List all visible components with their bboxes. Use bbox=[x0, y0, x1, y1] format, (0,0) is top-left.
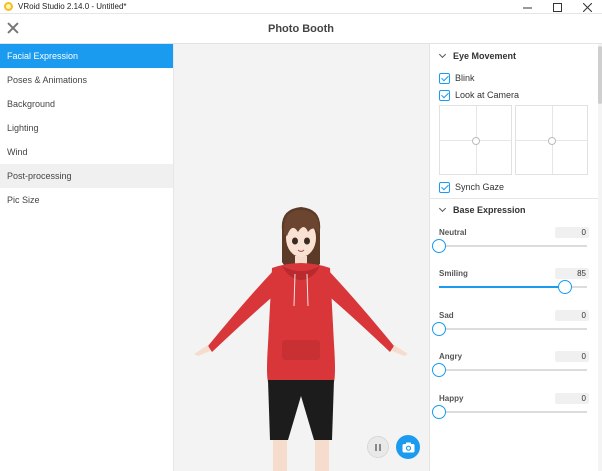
menu-item-label: Background bbox=[7, 99, 56, 109]
gaze-handle[interactable] bbox=[472, 137, 480, 145]
slider-track[interactable] bbox=[432, 322, 587, 336]
window-title-bar: VRoid Studio 2.14.0 - Untitled* bbox=[0, 0, 602, 14]
slider-thumb[interactable] bbox=[557, 280, 572, 294]
slider-label: Sad bbox=[439, 311, 454, 320]
close-window-icon bbox=[582, 2, 592, 12]
menu-item-wind[interactable]: Wind bbox=[0, 140, 173, 164]
avatar-model bbox=[194, 207, 408, 471]
menu-item-label: Facial Expression bbox=[7, 51, 79, 61]
slider-label: Happy bbox=[439, 394, 464, 403]
slider-thumb[interactable] bbox=[432, 322, 446, 336]
menu-item-background[interactable]: Background bbox=[0, 92, 173, 116]
menu-item-lighting[interactable]: Lighting bbox=[0, 116, 173, 140]
slider-track[interactable] bbox=[432, 363, 587, 377]
pause-icon bbox=[375, 443, 377, 451]
close-window-button[interactable] bbox=[572, 0, 602, 14]
slider-thumb[interactable] bbox=[432, 239, 446, 253]
slider-label: Angry bbox=[439, 352, 463, 361]
slider-thumb[interactable] bbox=[432, 405, 446, 419]
page-title: Photo Booth bbox=[268, 22, 334, 35]
section-title: Eye Movement bbox=[453, 51, 517, 61]
left-eye-gaze-pad[interactable] bbox=[439, 105, 512, 175]
sad-slider: Sad 0 bbox=[432, 310, 589, 351]
blink-checkbox-row[interactable]: Blink bbox=[439, 71, 475, 85]
menu-item-label: Post-processing bbox=[7, 171, 72, 181]
menu-item-label: Poses & Animations bbox=[7, 75, 88, 85]
slider-value-field[interactable]: 0 bbox=[555, 351, 589, 362]
menu-item-label: Wind bbox=[7, 147, 28, 157]
section-title: Base Expression bbox=[453, 205, 526, 215]
base-expression-header[interactable]: Base Expression bbox=[430, 199, 598, 221]
checkbox-label: Synch Gaze bbox=[455, 182, 505, 192]
slider-label: Smiling bbox=[439, 269, 468, 278]
happy-slider: Happy 0 bbox=[432, 393, 589, 434]
slider-value-field[interactable]: 85 bbox=[555, 268, 589, 279]
close-photo-booth-icon[interactable] bbox=[6, 21, 20, 35]
scrollbar-thumb[interactable] bbox=[598, 46, 602, 104]
chevron-down-icon bbox=[438, 50, 447, 59]
sidebar-menu: Facial Expression Poses & Animations Bac… bbox=[0, 44, 174, 471]
look-at-camera-checkbox[interactable] bbox=[439, 89, 450, 101]
panel-scrollbar[interactable] bbox=[598, 44, 602, 471]
checkbox-label: Blink bbox=[455, 73, 475, 83]
smiling-slider: Smiling 85 bbox=[439, 268, 589, 309]
gaze-handle[interactable] bbox=[548, 137, 556, 145]
slider-value-field[interactable]: 0 bbox=[555, 310, 589, 321]
window-title: VRoid Studio 2.14.0 - Untitled* bbox=[18, 2, 127, 11]
right-eye-gaze-pad[interactable] bbox=[515, 105, 588, 175]
slider-value-field[interactable]: 0 bbox=[555, 227, 589, 238]
settings-panel: Eye Movement Blink Look at Camera Synch … bbox=[429, 44, 602, 471]
menu-item-facial-expression[interactable]: Facial Expression bbox=[0, 44, 173, 68]
pause-icon bbox=[379, 443, 381, 451]
checkbox-label: Look at Camera bbox=[455, 90, 520, 100]
slider-thumb[interactable] bbox=[432, 363, 446, 377]
look-at-camera-checkbox-row[interactable]: Look at Camera bbox=[439, 88, 519, 102]
pause-button[interactable] bbox=[367, 436, 389, 458]
angry-slider: Angry 0 bbox=[432, 351, 589, 392]
slider-track[interactable] bbox=[432, 405, 587, 419]
capture-button[interactable] bbox=[396, 435, 420, 459]
chevron-down-icon bbox=[438, 204, 447, 213]
menu-item-poses-animations[interactable]: Poses & Animations bbox=[0, 68, 173, 92]
photo-booth-header: Photo Booth bbox=[0, 14, 602, 44]
eye-movement-header[interactable]: Eye Movement bbox=[430, 45, 598, 67]
blink-checkbox[interactable] bbox=[439, 72, 450, 84]
menu-item-pic-size[interactable]: Pic Size bbox=[0, 188, 173, 212]
menu-item-label: Pic Size bbox=[7, 195, 40, 205]
maximize-button[interactable] bbox=[542, 0, 572, 14]
slider-track[interactable] bbox=[432, 239, 587, 253]
menu-item-post-processing[interactable]: Post-processing bbox=[0, 164, 173, 188]
camera-icon bbox=[402, 442, 414, 452]
synch-gaze-checkbox[interactable] bbox=[439, 181, 450, 193]
synch-gaze-checkbox-row[interactable]: Synch Gaze bbox=[439, 180, 504, 194]
minimize-icon bbox=[522, 7, 532, 8]
slider-fill bbox=[439, 286, 565, 288]
menu-item-label: Lighting bbox=[7, 123, 39, 133]
minimize-button[interactable] bbox=[512, 0, 542, 14]
slider-label: Neutral bbox=[439, 228, 467, 237]
maximize-icon bbox=[552, 2, 562, 12]
slider-track[interactable] bbox=[439, 280, 587, 294]
app-logo-icon bbox=[4, 2, 13, 11]
3d-viewport[interactable] bbox=[174, 44, 429, 471]
neutral-slider: Neutral 0 bbox=[432, 227, 589, 268]
window-controls bbox=[512, 0, 602, 14]
slider-value-field[interactable]: 0 bbox=[555, 393, 589, 404]
